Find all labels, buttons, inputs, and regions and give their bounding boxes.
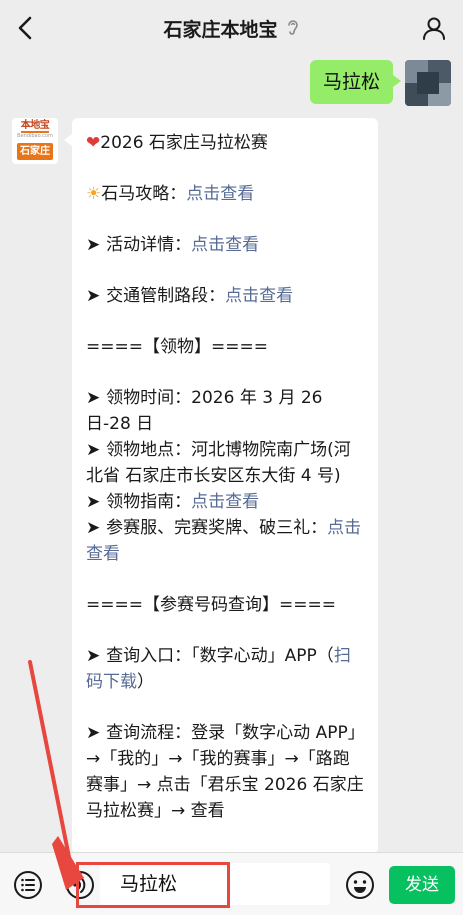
- arrow-icon: ➤: [86, 235, 107, 255]
- entry-label: 查询入口：「数字心动」APP（: [106, 646, 334, 666]
- activity-line: ➤ 活动详情：点击查看: [86, 232, 364, 258]
- pickup-place-line: ➤ 领物地点：河北博物院南广场(河北省 石家庄市长安区东大街 4 号): [86, 437, 364, 489]
- entry-close: ）: [137, 672, 154, 692]
- send-button[interactable]: 发送: [389, 866, 455, 904]
- arrow-icon: ➤: [86, 440, 107, 460]
- kit-label: 参赛服、完赛奖牌、破三礼：: [106, 518, 328, 538]
- incoming-bubble: ❤2026 石家庄马拉松赛 ☀石马攻略：点击查看 ➤ 活动详情：点击查看 ➤ 交…: [64, 118, 378, 852]
- emoji-icon[interactable]: [344, 869, 376, 901]
- my-avatar[interactable]: [405, 60, 451, 106]
- traffic-label: 交通管制路段：: [106, 286, 226, 306]
- official-account-avatar[interactable]: 本地宝 Bendibao.com 石家庄: [12, 118, 58, 164]
- pickup-time: 领物时间：2026 年 3 月 26 日-28 日: [86, 388, 323, 434]
- arrow-icon: ➤: [86, 723, 107, 743]
- pickup-time-line: ➤ 领物时间：2026 年 3 月 26 日-28 日: [86, 385, 364, 437]
- logo-city-badge: 石家庄: [17, 143, 53, 160]
- pickup-header: ====【领物】====: [86, 337, 268, 357]
- logo-url-text: Bendibao.com: [17, 132, 53, 139]
- arrow-icon: ➤: [86, 492, 107, 512]
- brand-logo: 本地宝 Bendibao.com: [12, 118, 58, 141]
- chat-area[interactable]: 马拉松 本地宝 Bendibao.com 石家庄 ❤2026 石家庄马拉松赛 ☀…: [0, 56, 463, 852]
- arrow-icon: ➤: [86, 388, 107, 408]
- sun-icon: ☀: [86, 184, 102, 204]
- chat-title: 石家庄本地宝: [163, 18, 278, 41]
- pickup-guide-label: 领物指南：: [106, 492, 192, 512]
- guide-line: ☀石马攻略：点击查看: [86, 181, 364, 207]
- user-icon[interactable]: [421, 15, 447, 41]
- input-highlight-box: [76, 862, 230, 908]
- title-area: 石家庄本地宝: [0, 0, 463, 56]
- event-title: 2026 石家庄马拉松赛: [100, 133, 268, 153]
- arrow-icon: ➤: [86, 646, 107, 666]
- kit-line: ➤ 参赛服、完赛奖牌、破三礼：点击查看: [86, 515, 364, 567]
- traffic-link[interactable]: 点击查看: [225, 286, 293, 306]
- guide-label: 石马攻略：: [101, 184, 187, 204]
- input-bar: 马拉松 发送: [0, 852, 463, 915]
- pickup-guide-link[interactable]: 点击查看: [191, 492, 259, 512]
- event-title-line: ❤2026 石家庄马拉松赛: [86, 130, 364, 156]
- traffic-line: ➤ 交通管制路段：点击查看: [86, 283, 364, 309]
- incoming-message-row: 本地宝 Bendibao.com 石家庄 ❤2026 石家庄马拉松赛 ☀石马攻略…: [12, 118, 378, 852]
- process-text: 查询流程：登录「数字心动 APP」→「我的」→「我的赛事」→「路跑赛事」→ 点击…: [86, 723, 364, 821]
- pickup-guide-line: ➤ 领物指南：点击查看: [86, 489, 364, 515]
- menu-icon[interactable]: [12, 869, 44, 901]
- process-line: ➤ 查询流程：登录「数字心动 APP」→「我的」→「我的赛事」→「路跑赛事」→ …: [86, 720, 364, 824]
- bib-header: ====【参赛号码查询】====: [86, 595, 336, 615]
- arrow-icon: ➤: [86, 518, 107, 538]
- logo-brand-text: 本地宝: [20, 119, 50, 133]
- outgoing-message-row: 马拉松: [309, 60, 451, 106]
- outgoing-bubble[interactable]: 马拉松: [309, 60, 402, 104]
- entry-line: ➤ 查询入口：「数字心动」APP（扫码下载）: [86, 643, 364, 695]
- guide-link[interactable]: 点击查看: [186, 184, 254, 204]
- pickup-place: 领物地点：河北博物院南广场(河北省 石家庄市长安区东大街 4 号): [86, 440, 351, 486]
- arrow-icon: ➤: [86, 286, 107, 306]
- activity-label: 活动详情：: [106, 235, 192, 255]
- top-bar: 石家庄本地宝: [0, 0, 463, 56]
- activity-link[interactable]: 点击查看: [191, 235, 259, 255]
- ear-icon: [287, 20, 298, 35]
- heart-icon: ❤: [86, 133, 101, 153]
